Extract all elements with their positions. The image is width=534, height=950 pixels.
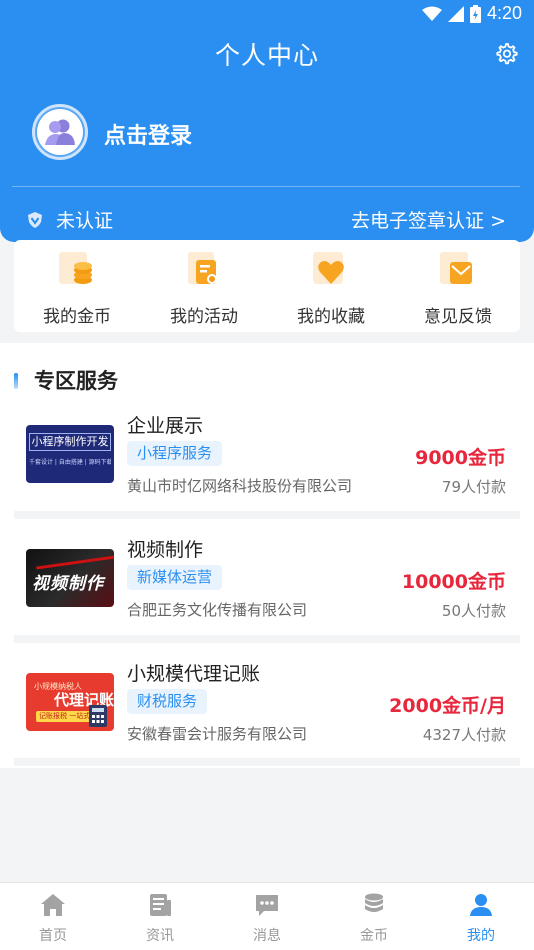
status-time: 4:20 bbox=[486, 3, 522, 23]
quick-item-favorites[interactable]: 我的收藏 bbox=[268, 250, 394, 330]
battery-icon bbox=[469, 4, 481, 23]
service-company: 安徽春雷会计服务有限公司 bbox=[127, 725, 308, 743]
nav-label: 我的 bbox=[467, 928, 495, 944]
service-company: 合肥正务文化传播有限公司 bbox=[127, 601, 308, 619]
service-name: 小规模代理记账 bbox=[127, 663, 261, 685]
nav-item-news[interactable]: 资讯 bbox=[125, 893, 195, 945]
nav-label: 首页 bbox=[39, 928, 67, 944]
nav-label: 资讯 bbox=[146, 928, 174, 944]
coins-icon bbox=[59, 252, 92, 284]
news-icon bbox=[150, 894, 171, 916]
section-divider bbox=[14, 511, 520, 519]
section-marker bbox=[14, 373, 18, 389]
login-link[interactable]: 点击登录 bbox=[104, 118, 192, 150]
service-thumbnail: 视频制作 bbox=[26, 549, 114, 607]
profile-header: 4:20 个人中心 点击登录 未认证 去电子签章认证 > bbox=[0, 0, 534, 242]
thumbnail-title: 小程序制作开发 bbox=[29, 433, 111, 451]
service-name: 视频制作 bbox=[127, 539, 204, 561]
nav-item-home[interactable]: 首页 bbox=[18, 893, 88, 945]
certification-row: 未认证 去电子签章认证 > bbox=[0, 198, 534, 238]
quick-item-coins[interactable]: 我的金币 bbox=[14, 250, 140, 330]
service-thumbnail: 小规模纳税人 代理记账 记账报税 一站式 bbox=[26, 673, 114, 731]
e-signature-cert-link[interactable]: 去电子签章认证 > bbox=[351, 206, 506, 233]
certification-status: 未认证 bbox=[56, 210, 114, 232]
service-payment-count: 4327人付款 bbox=[422, 726, 506, 744]
quick-label: 我的活动 bbox=[170, 307, 238, 327]
service-item[interactable]: 小规模纳税人 代理记账 记账报税 一站式 小规模代理记账 财税服务 安徽春雷会计… bbox=[0, 657, 534, 767]
verified-shield-icon bbox=[28, 211, 42, 228]
nav-item-me[interactable]: 我的 bbox=[446, 893, 516, 945]
section-divider bbox=[14, 758, 520, 766]
avatar[interactable] bbox=[32, 104, 88, 160]
quick-menu: 我的金币 我的活动 我的收藏 意见反馈 bbox=[14, 240, 520, 332]
service-tag: 新媒体运营 bbox=[127, 565, 223, 590]
service-name: 企业展示 bbox=[127, 415, 204, 437]
thumbnail-title: 视频制作 bbox=[32, 574, 104, 594]
thumbnail-subtitle: 千套设计 | 自由搭建 | 源码下载 bbox=[29, 459, 111, 466]
coin-stack-icon bbox=[365, 893, 383, 912]
activity-icon bbox=[188, 252, 217, 284]
service-price: 9000金币 bbox=[415, 447, 506, 469]
section-title: 专区服务 bbox=[34, 369, 118, 393]
service-payment-count: 50人付款 bbox=[441, 602, 506, 620]
wifi-icon bbox=[421, 6, 442, 21]
quick-label: 我的收藏 bbox=[297, 307, 365, 327]
nav-label: 金币 bbox=[360, 928, 388, 944]
service-price: 2000金币/月 bbox=[389, 695, 506, 717]
message-icon bbox=[256, 895, 278, 916]
service-payment-count: 79人付款 bbox=[441, 478, 506, 496]
calculator-icon bbox=[89, 705, 107, 727]
quick-item-feedback[interactable]: 意见反馈 bbox=[395, 250, 521, 330]
service-tag: 财税服务 bbox=[127, 689, 208, 714]
signal-icon bbox=[447, 5, 464, 22]
service-item[interactable]: 小程序制作开发 千套设计 | 自由搭建 | 源码下载 企业展示 小程序服务 黄山… bbox=[0, 409, 534, 519]
nav-item-coins[interactable]: 金币 bbox=[339, 893, 409, 945]
service-company: 黄山市时亿网络科技股份有限公司 bbox=[127, 477, 353, 495]
service-tag: 小程序服务 bbox=[127, 441, 223, 466]
page-title: 个人中心 bbox=[214, 41, 319, 70]
feedback-icon bbox=[440, 252, 472, 284]
zone-services-section: 专区服务 小程序制作开发 千套设计 | 自由搭建 | 源码下载 企业展示 小程序… bbox=[0, 343, 534, 768]
quick-label: 意见反馈 bbox=[424, 307, 492, 327]
service-item[interactable]: 视频制作 视频制作 新媒体运营 合肥正务文化传播有限公司 10000金币 50人… bbox=[0, 533, 534, 643]
bottom-navigation: 首页 资讯 消息 金币 我的 bbox=[0, 882, 534, 950]
quick-label: 我的金币 bbox=[43, 307, 111, 327]
status-bar: 4:20 bbox=[0, 0, 534, 28]
heart-icon bbox=[313, 252, 344, 284]
thumbnail-badge: 记账报税 一站式 bbox=[36, 711, 94, 722]
header-divider bbox=[12, 186, 520, 187]
nav-item-messages[interactable]: 消息 bbox=[232, 893, 302, 945]
service-thumbnail: 小程序制作开发 千套设计 | 自由搭建 | 源码下载 bbox=[26, 425, 114, 483]
section-divider bbox=[14, 635, 520, 643]
home-icon bbox=[41, 894, 65, 916]
quick-item-activity[interactable]: 我的活动 bbox=[141, 250, 267, 330]
nav-label: 消息 bbox=[253, 928, 281, 944]
service-price: 10000金币 bbox=[401, 571, 506, 593]
user-avatar-icon bbox=[45, 119, 75, 145]
user-icon bbox=[470, 894, 492, 916]
gear-icon[interactable] bbox=[494, 42, 518, 66]
